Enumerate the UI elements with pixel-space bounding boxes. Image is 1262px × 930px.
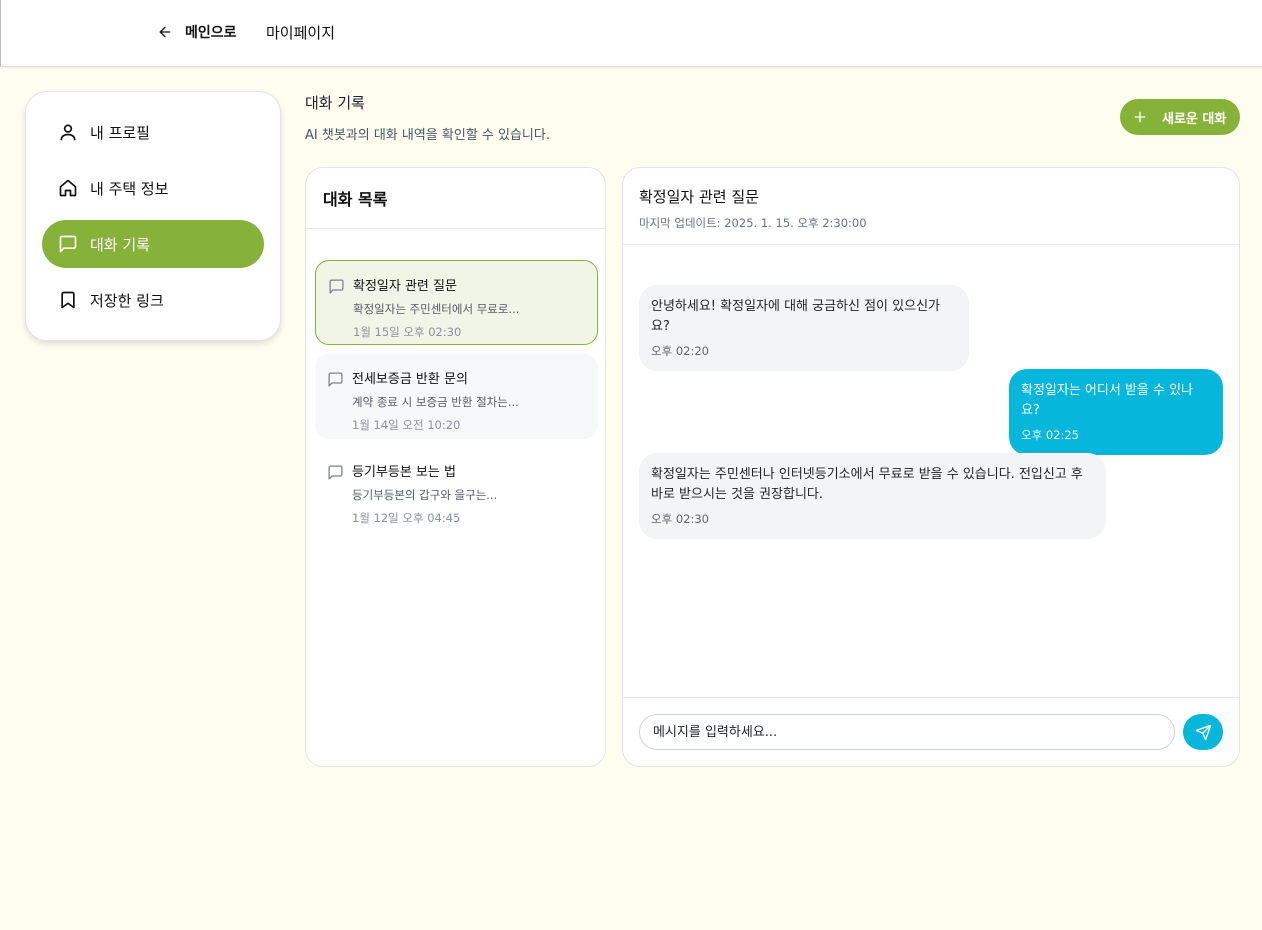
conversation-time: 1월 12일 오후 04:45 bbox=[352, 511, 461, 525]
send-icon bbox=[1195, 724, 1211, 740]
conversation-preview: 등기부등본의 갑구와 을구는... bbox=[352, 488, 498, 502]
message-time: 오후 02:30 bbox=[651, 512, 709, 526]
conversation-preview: 계약 종료 시 보증금 반환 절차는... bbox=[352, 395, 519, 409]
message-square-icon bbox=[329, 279, 344, 294]
sidebar-item-saved-links[interactable]: 저장한 링크 bbox=[42, 276, 264, 324]
message-time: 오후 02:25 bbox=[1021, 428, 1079, 442]
message-input[interactable] bbox=[639, 714, 1175, 750]
conversation-list-panel: 대화 목록 확정일자 관련 질문 확정일자는 주민센터에서 무료로... 1월 … bbox=[305, 167, 606, 767]
message-square-icon bbox=[59, 235, 77, 253]
chat-title: 확정일자 관련 질문 bbox=[639, 188, 759, 206]
sidebar-menu: 내 프로필 내 주택 정보 대화 기록 저장한 링크 bbox=[25, 91, 281, 341]
conversation-title: 전세보증금 반환 문의 bbox=[352, 372, 468, 387]
bot-message: 안녕하세요! 확정일자에 대해 궁금하신 점이 있으신가요? 오후 02:20 bbox=[639, 285, 969, 371]
conversation-item-selected[interactable]: 확정일자 관련 질문 확정일자는 주민센터에서 무료로... 1월 15일 오후… bbox=[315, 260, 598, 345]
page-title: 대화 기록 bbox=[305, 94, 365, 112]
send-button[interactable] bbox=[1183, 714, 1223, 750]
message-text: 확정일자는 어디서 받을 수 있나요? bbox=[1021, 383, 1194, 418]
page-subtitle: AI 챗봇과의 대화 내역을 확인할 수 있습니다. bbox=[305, 128, 550, 143]
bookmark-icon bbox=[61, 291, 75, 309]
sidebar-item-label: 내 주택 정보 bbox=[90, 179, 169, 198]
bot-message: 확정일자는 주민센터나 인터넷등기소에서 무료로 받을 수 있습니다. 전입신고… bbox=[639, 453, 1106, 539]
sidebar-item-label: 내 프로필 bbox=[90, 123, 150, 142]
message-time: 오후 02:20 bbox=[651, 344, 709, 358]
message-text: 확정일자는 주민센터나 인터넷등기소에서 무료로 받을 수 있습니다. 전입신고… bbox=[651, 467, 1083, 502]
conversation-item[interactable]: 등기부등본 보는 법 등기부등본의 갑구와 을구는... 1월 12일 오후 0… bbox=[315, 447, 598, 532]
chat-input-bar bbox=[623, 697, 1239, 766]
arrow-left-icon bbox=[159, 26, 171, 38]
sidebar-item-chat-history[interactable]: 대화 기록 bbox=[42, 220, 264, 268]
sidebar-item-profile[interactable]: 내 프로필 bbox=[42, 108, 264, 156]
user-message: 확정일자는 어디서 받을 수 있나요? 오후 02:25 bbox=[1009, 369, 1223, 455]
sidebar-item-label: 저장한 링크 bbox=[90, 291, 164, 310]
back-to-main-label: 메인으로 bbox=[185, 25, 237, 41]
conversation-time: 1월 14일 오전 10:20 bbox=[352, 418, 461, 432]
sidebar-item-housing-info[interactable]: 내 주택 정보 bbox=[42, 164, 264, 212]
conversation-item[interactable]: 전세보증금 반환 문의 계약 종료 시 보증금 반환 절차는... 1월 14일… bbox=[315, 354, 598, 439]
message-square-icon bbox=[328, 465, 343, 480]
back-to-main-link[interactable]: 메인으로 bbox=[157, 20, 237, 44]
message-text: 안녕하세요! 확정일자에 대해 궁금하신 점이 있으신가요? bbox=[651, 299, 940, 334]
conversation-time: 1월 15일 오후 02:30 bbox=[353, 325, 462, 339]
conversation-title: 확정일자 관련 질문 bbox=[353, 279, 457, 294]
user-icon bbox=[60, 124, 76, 141]
message-square-icon bbox=[328, 372, 343, 387]
plus-icon bbox=[1134, 111, 1146, 123]
conversation-preview: 확정일자는 주민센터에서 무료로... bbox=[353, 302, 520, 316]
sidebar-item-label: 대화 기록 bbox=[90, 235, 150, 254]
conversation-title: 등기부등본 보는 법 bbox=[352, 465, 456, 480]
top-navigation-bar: 메인으로 마이페이지 bbox=[0, 0, 1262, 67]
new-chat-button[interactable]: 새로운 대화 bbox=[1120, 99, 1240, 135]
chat-header: 확정일자 관련 질문 마지막 업데이트: 2025. 1. 15. 오후 2:3… bbox=[623, 168, 1239, 245]
chat-panel: 확정일자 관련 질문 마지막 업데이트: 2025. 1. 15. 오후 2:3… bbox=[622, 167, 1240, 767]
conversation-list-heading: 대화 목록 bbox=[306, 168, 605, 229]
chat-last-updated: 마지막 업데이트: 2025. 1. 15. 오후 2:30:00 bbox=[639, 216, 867, 230]
new-chat-label: 새로운 대화 bbox=[1162, 111, 1227, 127]
home-icon bbox=[59, 179, 77, 197]
mypage-link[interactable]: 마이페이지 bbox=[266, 20, 335, 44]
